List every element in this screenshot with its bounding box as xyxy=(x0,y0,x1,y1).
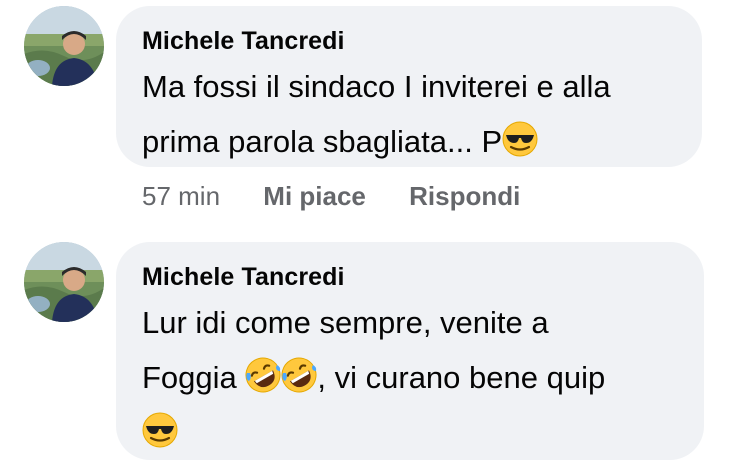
author-name[interactable]: Michele Tancredi xyxy=(142,26,676,56)
profile-photo-icon xyxy=(24,6,104,86)
comment-line: prima parola sbagliata... P xyxy=(142,124,503,159)
comment-line: Ma fossi il sindaco I inviterei e alla xyxy=(142,69,611,104)
comment-line: Lur idi come sempre, venite a xyxy=(142,305,549,340)
reply-button[interactable]: Rispondi xyxy=(409,181,520,211)
avatar[interactable] xyxy=(24,6,104,86)
comment-actions: 57 min Mi piace Rispondi xyxy=(142,181,520,211)
timestamp[interactable]: 57 min xyxy=(142,181,220,211)
rolling-on-floor-laughing-icon xyxy=(281,357,317,393)
comment-line: , vi curano bene quip xyxy=(317,360,606,395)
avatar[interactable] xyxy=(24,242,104,322)
author-name[interactable]: Michele Tancredi xyxy=(142,262,678,292)
like-button[interactable]: Mi piace xyxy=(263,181,366,211)
comment-text: Lur idi come sempre, venite a Foggia , v… xyxy=(142,295,678,460)
comment-line: Foggia xyxy=(142,360,246,395)
comment-bubble: Michele Tancredi Lur idi come sempre, ve… xyxy=(116,242,704,460)
smiling-face-with-sunglasses-icon xyxy=(142,412,178,448)
smiling-face-with-sunglasses-icon xyxy=(502,121,538,157)
rolling-on-floor-laughing-icon xyxy=(245,357,281,393)
profile-photo-icon xyxy=(24,242,104,322)
comment-text: Ma fossi il sindaco I inviterei e alla p… xyxy=(142,59,676,169)
comment-bubble: Michele Tancredi Ma fossi il sindaco I i… xyxy=(116,6,702,167)
